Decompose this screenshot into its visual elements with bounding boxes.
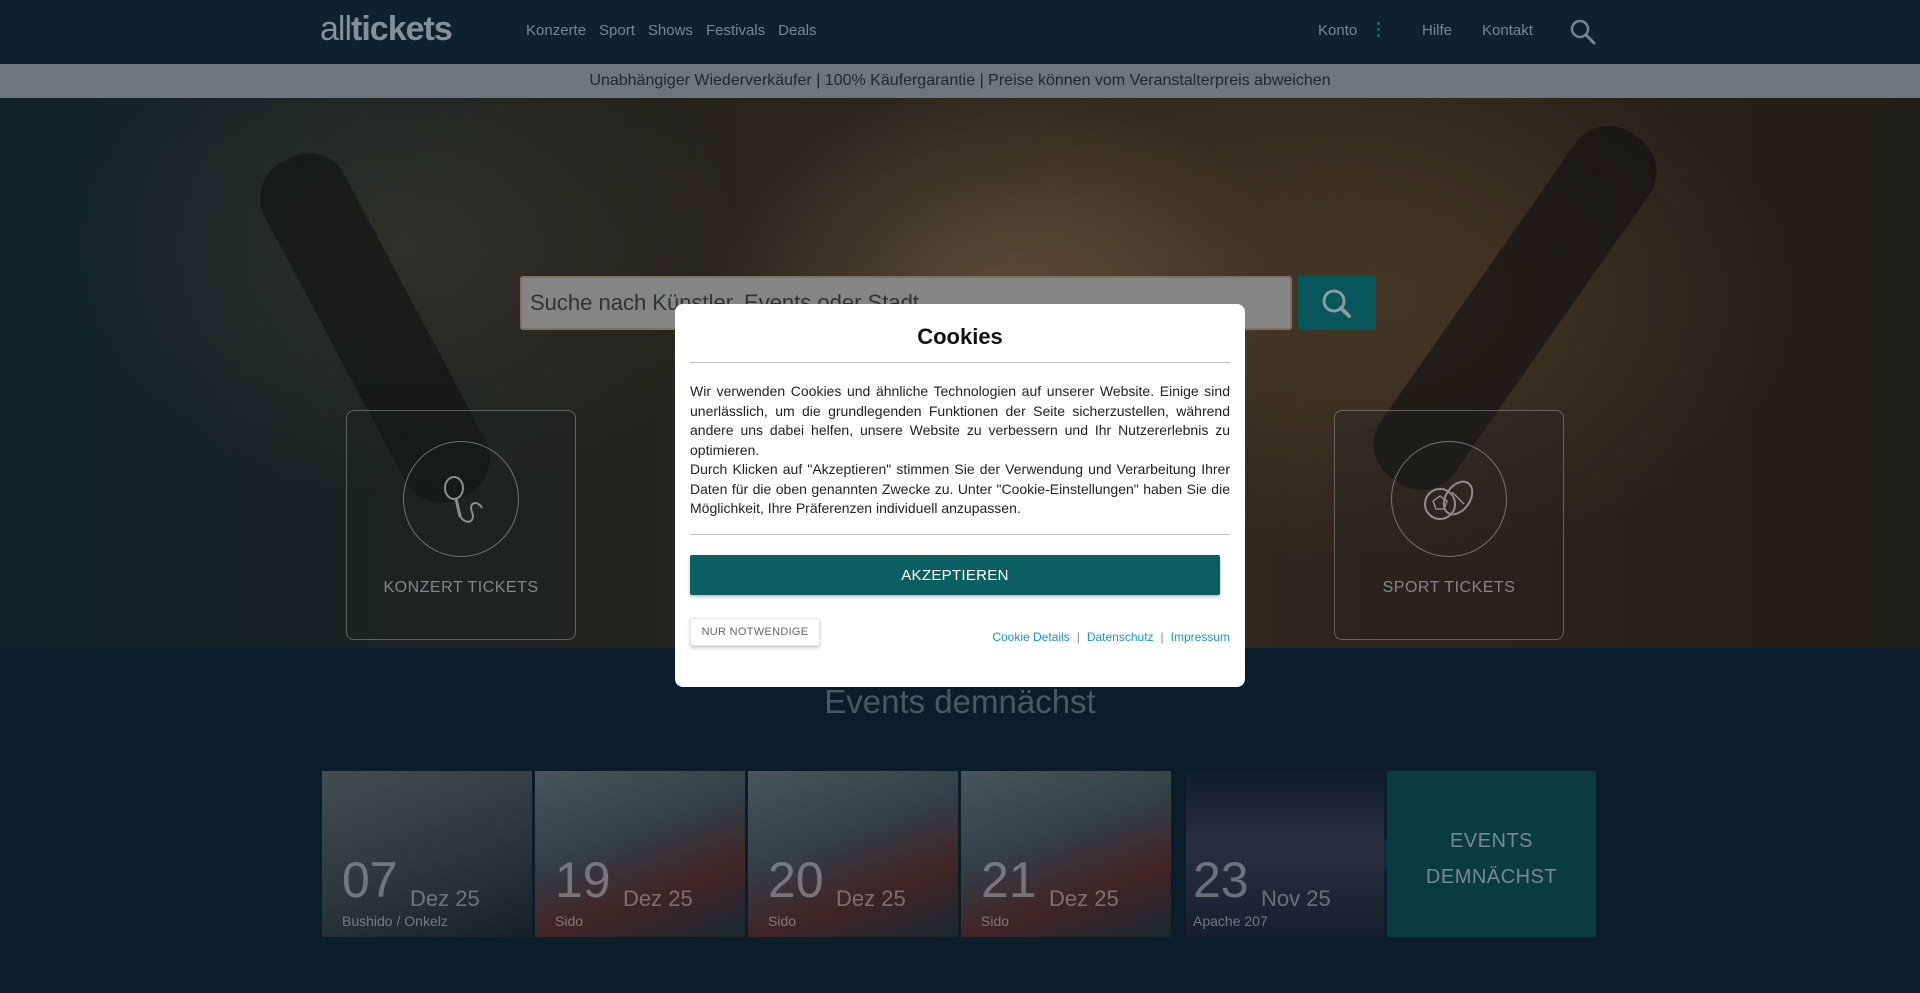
privacy-link[interactable]: Datenschutz — [1087, 630, 1154, 644]
imprint-link[interactable]: Impressum — [1171, 630, 1230, 644]
cookie-paragraph-1: Wir verwenden Cookies und ähnliche Techn… — [690, 383, 1230, 458]
divider — [690, 362, 1230, 363]
divider — [690, 534, 1230, 535]
cookie-dialog-links: Cookie Details | Datenschutz | Impressum — [992, 630, 1230, 644]
cookie-dialog-title: Cookies — [917, 324, 1003, 349]
cookie-paragraph-2: Durch Klicken auf "Akzeptieren" stimmen … — [690, 461, 1230, 516]
necessary-only-button[interactable]: NUR NOTWENDIGE — [690, 618, 820, 646]
cookie-consent-dialog: Cookies Wir verwenden Cookies und ähnlic… — [675, 304, 1245, 687]
accept-cookies-button[interactable]: AKZEPTIEREN — [690, 555, 1220, 595]
cookie-dialog-text: Wir verwenden Cookies und ähnliche Techn… — [690, 382, 1230, 519]
cookie-details-link[interactable]: Cookie Details — [992, 630, 1069, 644]
